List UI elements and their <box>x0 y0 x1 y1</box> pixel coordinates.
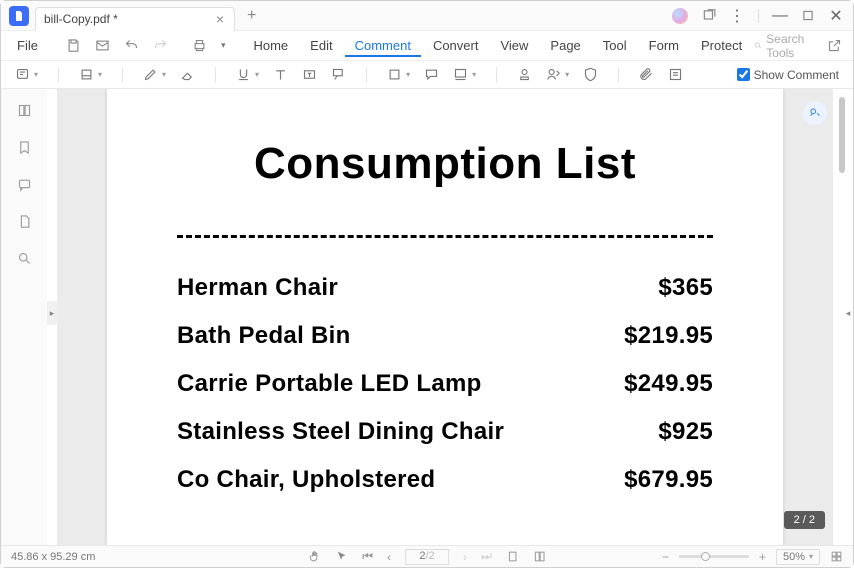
zoom-in-icon[interactable]: + <box>759 550 766 564</box>
show-comment-checkbox[interactable] <box>737 68 750 81</box>
tab-title: bill-Copy.pdf * <box>44 12 118 26</box>
show-comment-toggle[interactable]: Show Comment <box>737 68 839 82</box>
textbox-tool[interactable] <box>302 67 317 82</box>
menubar: File ▾ Home Edit Comment Convert View Pa… <box>1 31 853 61</box>
search-tools-input[interactable]: Search Tools <box>754 32 809 60</box>
menu-protect[interactable]: Protect <box>691 34 752 57</box>
callout-tool[interactable] <box>331 67 346 82</box>
fullscreen-icon[interactable] <box>830 550 843 563</box>
minimize-icon[interactable]: — <box>773 9 787 23</box>
menu-page[interactable]: Page <box>540 34 590 57</box>
text-tool[interactable] <box>273 67 288 82</box>
note-tool[interactable] <box>15 67 38 82</box>
menu-form[interactable]: Form <box>639 34 689 57</box>
more-menu-icon[interactable]: ⋮ <box>730 9 744 23</box>
first-page-icon[interactable]: ⏮ <box>362 549 373 564</box>
fit-width-icon[interactable] <box>533 550 546 563</box>
item-name: Stainless Steel Dining Chair <box>177 418 504 446</box>
list-item: Stainless Steel Dining Chair $925 <box>177 418 713 446</box>
prev-page-icon[interactable]: ‹ <box>387 550 391 564</box>
menu-view[interactable]: View <box>490 34 538 57</box>
list-item: Herman Chair $365 <box>177 274 713 302</box>
menu-edit[interactable]: Edit <box>300 34 342 57</box>
print-icon[interactable] <box>186 34 213 57</box>
redo-icon[interactable] <box>147 34 174 57</box>
item-name: Herman Chair <box>177 274 338 302</box>
attachments-panel-icon[interactable] <box>17 214 32 229</box>
menu-home[interactable]: Home <box>243 34 298 57</box>
list-item: Carrie Portable LED Lamp $249.95 <box>177 370 713 398</box>
collapse-right-button[interactable]: ◂ <box>843 301 853 325</box>
stamp-tool[interactable] <box>517 67 532 82</box>
item-price: $365 <box>658 274 713 302</box>
zoom-select[interactable]: 50% ▾ <box>776 549 820 565</box>
comment-list-tool[interactable] <box>668 67 683 82</box>
last-page-icon[interactable]: ⏭ <box>481 549 492 564</box>
document-title: Consumption List <box>177 139 713 189</box>
page-number-input[interactable]: 2/2 <box>405 549 449 565</box>
left-sidebar <box>1 89 47 545</box>
select-tool-icon[interactable] <box>335 550 348 563</box>
speech-bubble-tool[interactable] <box>424 67 439 82</box>
menu-comment[interactable]: Comment <box>345 34 421 57</box>
underline-tool[interactable] <box>236 67 259 82</box>
item-price: $925 <box>658 418 713 446</box>
menu-tool[interactable]: Tool <box>593 34 637 57</box>
ai-assistant-icon[interactable] <box>672 8 688 24</box>
item-name: Co Chair, Upholstered <box>177 466 435 494</box>
close-window-icon[interactable]: ✕ <box>829 9 843 23</box>
scrollbar-thumb[interactable] <box>839 97 845 173</box>
hand-tool-icon[interactable] <box>308 550 321 563</box>
pdf-page: Consumption List Herman Chair $365 Bath Pe… <box>107 89 783 545</box>
search-panel-icon[interactable] <box>17 251 32 266</box>
file-menu[interactable]: File <box>7 38 48 53</box>
document-tab[interactable]: bill-Copy.pdf * × <box>35 7 235 31</box>
external-window-icon[interactable] <box>702 9 716 23</box>
expand-sidebar-button[interactable]: ▸ <box>47 301 57 325</box>
document-viewport[interactable]: Consumption List Herman Chair $365 Bath Pe… <box>57 89 833 545</box>
bookmark-icon[interactable] <box>17 140 32 155</box>
page-dimensions: 45.86 x 95.29 cm <box>11 551 95 563</box>
zoom-slider[interactable] <box>679 555 749 558</box>
item-name: Carrie Portable LED Lamp <box>177 370 482 398</box>
mail-icon[interactable] <box>89 34 116 57</box>
undo-icon[interactable] <box>118 34 145 57</box>
item-price: $679.95 <box>624 466 713 494</box>
close-tab-icon[interactable]: × <box>216 11 224 27</box>
next-page-icon[interactable]: › <box>463 550 467 564</box>
menu-convert[interactable]: Convert <box>423 34 489 57</box>
share-link-icon[interactable] <box>827 38 842 54</box>
zoom-out-icon[interactable]: − <box>662 550 669 564</box>
list-item: Co Chair, Upholstered $679.95 <box>177 466 713 494</box>
area-highlight-tool[interactable] <box>453 67 476 82</box>
item-price: $249.95 <box>624 370 713 398</box>
eraser-tool[interactable] <box>180 67 195 82</box>
fit-page-icon[interactable] <box>506 550 519 563</box>
shape-tool[interactable] <box>387 67 410 82</box>
titlebar: bill-Copy.pdf * × + ⋮ — ✕ <box>1 1 853 31</box>
highlight-tool[interactable] <box>79 67 102 82</box>
ai-copilot-badge[interactable] <box>803 101 827 125</box>
divider <box>177 235 713 238</box>
attachment-tool[interactable] <box>639 67 654 82</box>
save-icon[interactable] <box>60 34 87 57</box>
comments-panel-icon[interactable] <box>17 177 32 192</box>
pencil-tool[interactable] <box>143 67 166 82</box>
item-name: Bath Pedal Bin <box>177 322 351 350</box>
certify-tool[interactable] <box>583 67 598 82</box>
print-dropdown-icon[interactable]: ▾ <box>215 36 232 55</box>
list-item: Bath Pedal Bin $219.95 <box>177 322 713 350</box>
thumbnails-icon[interactable] <box>17 103 32 118</box>
maximize-icon[interactable] <box>801 9 815 23</box>
app-icon <box>9 6 29 26</box>
statusbar: 45.86 x 95.29 cm ⏮ ‹ 2/2 › ⏭ − + 50% ▾ <box>1 545 853 567</box>
page-indicator-badge: 2 / 2 <box>784 511 825 529</box>
add-tab-button[interactable]: + <box>247 7 256 25</box>
item-price: $219.95 <box>624 322 713 350</box>
comment-toolbar: Show Comment <box>1 61 853 89</box>
signature-tool[interactable] <box>546 67 569 82</box>
